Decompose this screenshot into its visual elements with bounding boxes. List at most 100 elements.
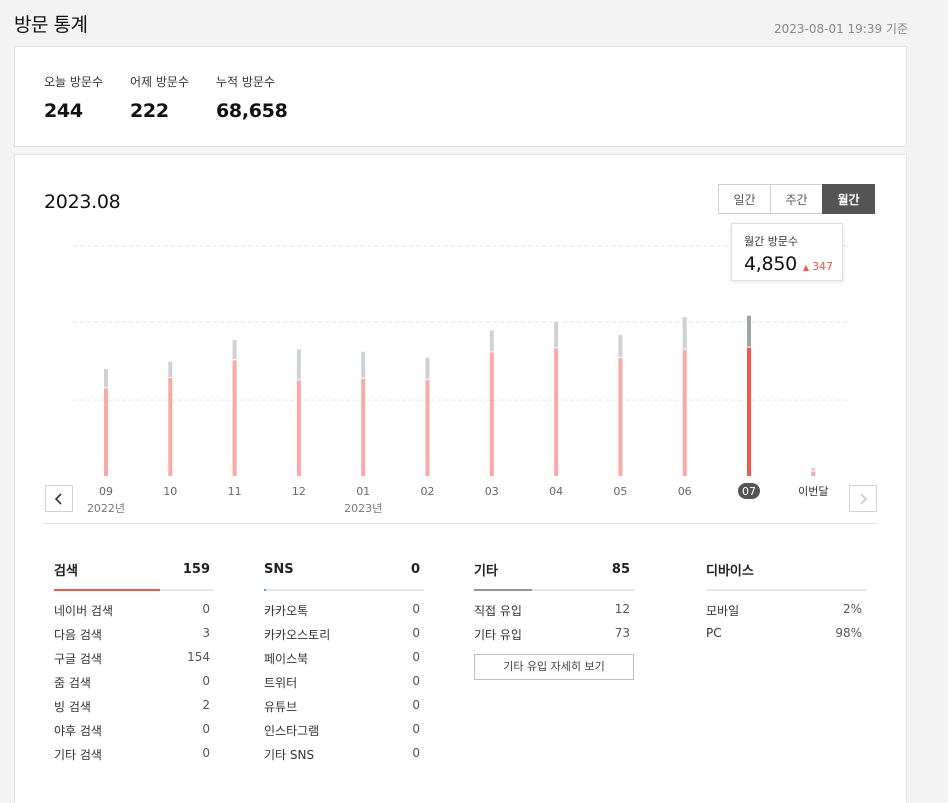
bar-secondary: [104, 368, 108, 388]
sns-row-label: 카카오톡: [264, 604, 309, 618]
sns-row-label: 기타 SNS: [264, 748, 315, 762]
search-row: 네이버 검색 0: [54, 602, 214, 626]
tick-label: 02: [421, 485, 435, 498]
bar-primary: [296, 380, 301, 476]
sns-row: 카카오톡 0: [264, 602, 424, 626]
device-row-label: PC: [706, 626, 722, 640]
device-row: PC 98%: [706, 626, 866, 650]
tick-label: 10: [163, 485, 177, 498]
tab-daily[interactable]: 일간: [718, 184, 771, 214]
sns-row-value: 0: [412, 674, 420, 688]
bar-secondary: [232, 340, 237, 360]
stat-total-label: 누적 방문수: [216, 75, 276, 89]
sns-row-value: 0: [412, 698, 420, 712]
panel-device-title: 디바이스: [706, 563, 754, 579]
stat-total-value: 68,658: [216, 100, 288, 122]
bar-primary: [489, 352, 494, 476]
sns-row: 기타 SNS 0: [264, 746, 424, 770]
stat-total: 누적 방문수 68,658: [216, 73, 288, 122]
tick-label: 07: [742, 485, 756, 498]
sns-row-label: 페이스북: [264, 652, 309, 666]
other-row-label: 기타 유입: [474, 628, 522, 642]
search-row: 기타 검색 0: [54, 746, 214, 770]
panel-search-count: 159: [182, 561, 210, 577]
device-row-value: 98%: [835, 626, 862, 640]
section-divider: [44, 523, 877, 524]
up-arrow-icon: ▲: [802, 263, 810, 272]
year-label: 2023년: [344, 502, 382, 515]
sns-row-label: 인스타그램: [264, 724, 320, 738]
search-row: 빙 검색 2: [54, 698, 214, 722]
search-row-label: 네이버 검색: [54, 604, 114, 618]
sns-row: 트위터 0: [264, 674, 424, 698]
search-row-label: 다음 검색: [54, 628, 102, 642]
bar-primary: [104, 388, 108, 476]
bar-primary: [232, 360, 237, 476]
chevron-right-icon: [860, 492, 868, 505]
prev-period-button[interactable]: [45, 485, 73, 512]
panel-other: 기타 85 직접 유입 12 기타 유입 73 기타 유입 자세히 보기: [474, 557, 634, 680]
search-row-value: 2: [202, 698, 210, 712]
other-row-value: 12: [614, 602, 630, 616]
tick-label: 04: [549, 485, 563, 498]
search-row-value: 0: [202, 602, 210, 616]
bar-secondary: [168, 361, 173, 378]
search-row: 구글 검색 154: [54, 650, 214, 674]
other-row: 직접 유입 12: [474, 602, 634, 626]
search-row-label: 구글 검색: [54, 652, 102, 666]
panel-other-underline: [474, 589, 634, 591]
panel-search-title: 검색: [54, 563, 78, 579]
sns-row: 유튜브 0: [264, 698, 424, 722]
sns-row-value: 0: [412, 722, 420, 736]
tooltip-label: 월간 방문수: [744, 235, 799, 248]
panel-sns-count: 0: [410, 561, 420, 577]
panel-device-underline: [706, 589, 866, 591]
panel-search-underline: [54, 589, 214, 591]
next-period-button[interactable]: [849, 485, 877, 512]
bar-secondary: [682, 317, 687, 349]
tooltip-change-value: 347: [812, 260, 834, 273]
bar-primary: [554, 348, 559, 476]
search-row-value: 0: [202, 674, 210, 688]
bar-secondary: [811, 467, 816, 471]
sns-row-label: 카카오스토리: [264, 628, 331, 642]
sns-row-value: 0: [412, 602, 420, 616]
bar-primary: [168, 378, 173, 476]
other-row: 기타 유입 73: [474, 626, 634, 650]
bar-secondary: [618, 334, 623, 357]
other-detail-button[interactable]: 기타 유입 자세히 보기: [474, 654, 634, 680]
sns-row-value: 0: [412, 626, 420, 640]
panel-other-title: 기타: [474, 563, 498, 579]
tab-monthly[interactable]: 월간: [822, 184, 875, 214]
bar-primary: [682, 349, 687, 476]
stat-today: 오늘 방문수 244: [44, 73, 103, 122]
stat-today-label: 오늘 방문수: [44, 75, 104, 89]
year-label: 2022년: [87, 502, 125, 515]
stat-today-value: 244: [44, 100, 83, 122]
device-row-label: 모바일: [706, 604, 740, 618]
tick-label: 06: [678, 485, 692, 498]
bar-primary: [618, 357, 623, 476]
bar-primary: [361, 378, 366, 476]
bar-secondary: [747, 315, 751, 347]
tooltip-value: 4,850: [744, 253, 797, 275]
search-row: 줌 검색 0: [54, 674, 214, 698]
panel-device: 디바이스 모바일 2% PC 98%: [706, 557, 866, 650]
period-title: 2023.08: [44, 191, 121, 213]
tab-weekly[interactable]: 주간: [770, 184, 823, 214]
panel-sns: SNS 0 카카오톡 0 카카오스토리 0 페이스북 0 트위터 0 유튜브 0 인스타그램 0 기타 S…: [264, 557, 424, 770]
chevron-left-icon: [54, 492, 62, 505]
search-row-label: 기타 검색: [54, 748, 102, 762]
panel-sns-title: SNS: [264, 561, 294, 577]
stat-yesterday: 어제 방문수 222: [130, 73, 189, 122]
other-row-label: 직접 유입: [474, 604, 522, 618]
sns-row-value: 0: [412, 650, 420, 664]
search-row-value: 154: [187, 650, 210, 664]
sns-row-label: 유튜브: [264, 700, 298, 714]
search-row-label: 야후 검색: [54, 724, 102, 738]
bar-primary: [747, 347, 751, 476]
bar-secondary: [361, 351, 366, 378]
tick-label: 01: [356, 485, 370, 498]
stat-yesterday-label: 어제 방문수: [130, 75, 190, 89]
bar-secondary: [425, 357, 430, 380]
